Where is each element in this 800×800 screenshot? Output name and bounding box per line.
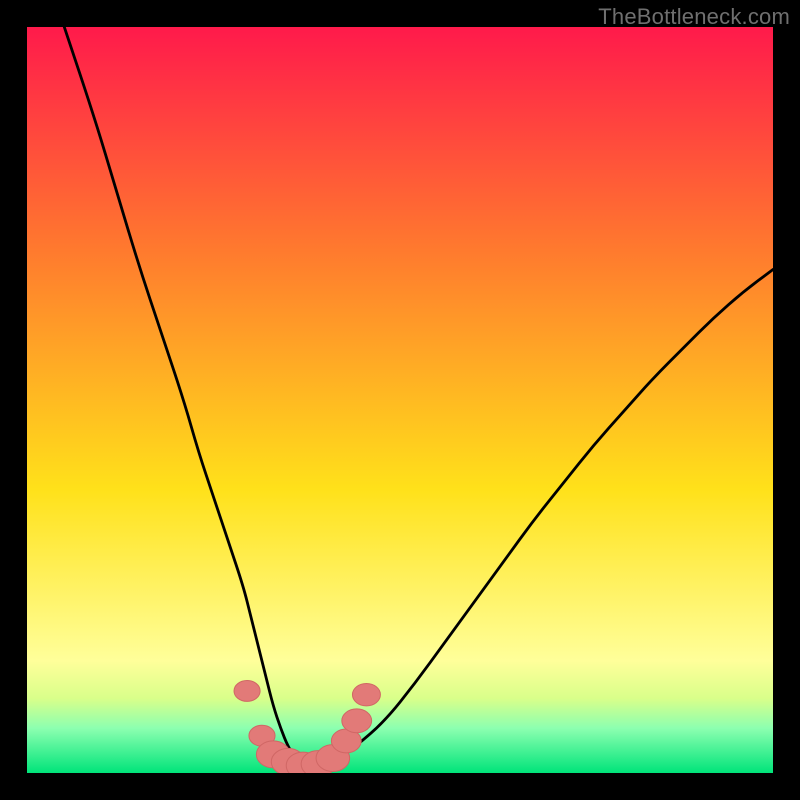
chart-svg (27, 27, 773, 773)
watermark-text: TheBottleneck.com (598, 4, 790, 30)
curve-marker (342, 709, 372, 733)
curve-marker (234, 680, 260, 701)
curve-marker (352, 683, 380, 705)
plot-area (27, 27, 773, 773)
chart-frame: TheBottleneck.com (0, 0, 800, 800)
